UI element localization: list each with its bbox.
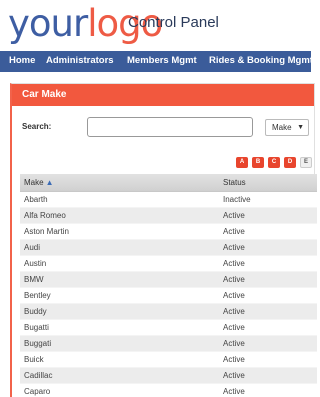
- search-field-select[interactable]: Make ▼: [265, 119, 309, 136]
- cell-status: Active: [223, 227, 245, 236]
- cell-make: Audi: [24, 243, 41, 252]
- cell-status: Active: [223, 291, 245, 300]
- cell-status: Active: [223, 387, 245, 396]
- car-make-panel: Car Make Search: Make ▼ A B C D E Make ▲ …: [10, 83, 317, 397]
- search-input[interactable]: [87, 117, 253, 137]
- cell-make: Buddy: [24, 307, 47, 316]
- letter-filter-e[interactable]: E: [300, 157, 312, 168]
- column-header-status[interactable]: Status: [223, 178, 246, 187]
- search-field-value: Make: [272, 123, 292, 132]
- cell-status: Active: [223, 339, 245, 348]
- table-row[interactable]: Buddy Active: [20, 304, 317, 320]
- cell-make: Caparo: [24, 387, 51, 396]
- panel-header: Car Make: [12, 84, 314, 106]
- app-title: Control Panel: [128, 14, 219, 31]
- column-header-make[interactable]: Make ▲: [24, 178, 53, 187]
- table-row[interactable]: Audi Active: [20, 240, 317, 256]
- nav-rides-booking-mgmt[interactable]: Rides & Booking Mgmt: [209, 51, 313, 72]
- main-nav: Home Administrators Members Mgmt Rides &…: [0, 51, 313, 72]
- cell-status: Active: [223, 275, 245, 284]
- nav-members-mgmt[interactable]: Members Mgmt: [127, 51, 197, 72]
- table-row[interactable]: Caparo Active: [20, 384, 317, 397]
- letter-filter-c[interactable]: C: [268, 157, 280, 168]
- table-row[interactable]: Bentley Active: [20, 288, 317, 304]
- table-row[interactable]: Bugatti Active: [20, 320, 317, 336]
- table-row[interactable]: Buggati Active: [20, 336, 317, 352]
- search-label: Search:: [22, 122, 52, 131]
- table-body: Abarth Inactive Alfa Romeo Active Aston Ma…: [20, 192, 317, 397]
- cell-make: Bentley: [24, 291, 51, 300]
- table-row[interactable]: Abarth Inactive: [20, 192, 317, 208]
- cell-make: Abarth: [24, 195, 48, 204]
- cell-status: Active: [223, 371, 245, 380]
- cell-status: Active: [223, 259, 245, 268]
- sort-ascending-icon: ▲: [45, 178, 54, 187]
- nav-administrators[interactable]: Administrators: [46, 51, 114, 72]
- car-make-table: Make ▲ Status Abarth Inactive Alfa Romeo Ac…: [20, 174, 317, 397]
- cell-status: Inactive: [223, 195, 251, 204]
- cell-make: Buick: [24, 355, 44, 364]
- column-header-make-label: Make: [24, 178, 44, 187]
- cell-status: Active: [223, 355, 245, 364]
- table-header: Make ▲ Status: [20, 174, 317, 192]
- logo-word-your: your: [8, 2, 88, 45]
- table-row[interactable]: BMW Active: [20, 272, 317, 288]
- cell-status: Active: [223, 307, 245, 316]
- table-row[interactable]: Alfa Romeo Active: [20, 208, 317, 224]
- page-header: yourlogo Control Panel: [0, 0, 311, 51]
- letter-filter-d[interactable]: D: [284, 157, 296, 168]
- cell-status: Active: [223, 243, 245, 252]
- cell-make: BMW: [24, 275, 44, 284]
- letter-filter-b[interactable]: B: [252, 157, 264, 168]
- cell-status: Active: [223, 323, 245, 332]
- cell-make: Buggati: [24, 339, 52, 348]
- table-row[interactable]: Buick Active: [20, 352, 317, 368]
- table-row[interactable]: Aston Martin Active: [20, 224, 317, 240]
- cell-make: Alfa Romeo: [24, 211, 66, 220]
- cell-make: Bugatti: [24, 323, 49, 332]
- cell-status: Active: [223, 211, 245, 220]
- panel-title: Car Make: [22, 89, 67, 100]
- cell-make: Aston Martin: [24, 227, 69, 236]
- cell-make: Cadillac: [24, 371, 53, 380]
- cell-make: Austin: [24, 259, 47, 268]
- nav-home[interactable]: Home: [9, 51, 35, 72]
- letter-filter-a[interactable]: A: [236, 157, 248, 168]
- table-row[interactable]: Austin Active: [20, 256, 317, 272]
- caret-down-icon: ▼: [297, 124, 304, 131]
- table-row[interactable]: Cadillac Active: [20, 368, 317, 384]
